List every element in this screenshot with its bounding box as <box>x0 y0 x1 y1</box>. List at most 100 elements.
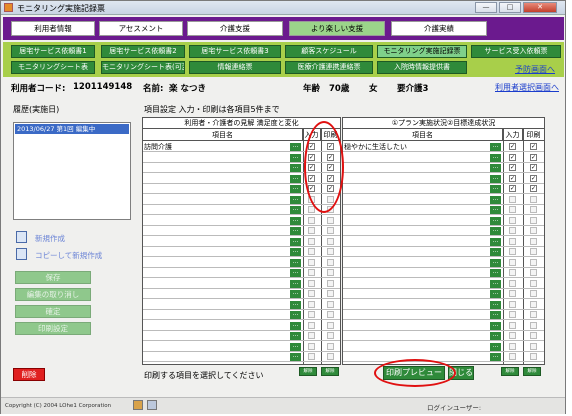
clear-print-right-button[interactable]: 解除 <box>523 367 541 376</box>
ellipsis-button[interactable]: … <box>290 342 301 351</box>
ellipsis-button[interactable]: … <box>290 290 301 298</box>
input-checkbox[interactable] <box>509 353 516 360</box>
subtab-request-3[interactable]: 居宅サービス依頼書3 <box>189 45 281 58</box>
new-document-icon[interactable] <box>16 231 27 243</box>
delete-button[interactable]: 削除 <box>13 368 45 381</box>
ellipsis-button[interactable]: … <box>290 227 301 235</box>
row-item-name[interactable]: 訪問介護 <box>144 142 172 152</box>
ellipsis-button[interactable]: … <box>290 311 301 319</box>
print-checkbox[interactable]: ✓ <box>530 185 537 192</box>
input-checkbox[interactable] <box>509 227 516 234</box>
input-checkbox[interactable] <box>509 332 516 339</box>
print-checkbox[interactable] <box>530 290 537 297</box>
history-list[interactable]: 2013/06/27 第1回 編集中 <box>13 122 131 220</box>
print-checkbox[interactable] <box>327 300 334 308</box>
ellipsis-button[interactable]: … <box>490 300 501 309</box>
ellipsis-button[interactable]: … <box>490 153 501 162</box>
ellipsis-button[interactable]: … <box>290 185 301 193</box>
print-checkbox[interactable] <box>530 321 537 329</box>
ellipsis-button[interactable]: … <box>490 248 501 256</box>
input-checkbox[interactable]: ✓ <box>509 174 516 182</box>
tab-assessment[interactable]: アセスメント <box>99 21 183 36</box>
ellipsis-button[interactable]: … <box>290 206 301 214</box>
print-checkbox[interactable] <box>530 195 537 203</box>
ellipsis-button[interactable]: … <box>490 279 501 288</box>
tab-enjoyable-support[interactable]: より楽しい支援 <box>289 21 385 36</box>
copy-document-icon[interactable] <box>16 248 27 260</box>
print-checkbox[interactable] <box>327 258 334 266</box>
clear-input-right-button[interactable]: 解除 <box>501 367 519 376</box>
tab-care-record[interactable]: 介護実績 <box>391 21 487 36</box>
input-checkbox[interactable] <box>509 195 516 203</box>
input-checkbox[interactable] <box>308 269 315 276</box>
ellipsis-button[interactable]: … <box>490 290 501 298</box>
input-checkbox[interactable] <box>509 206 516 213</box>
ellipsis-button[interactable]: … <box>290 195 301 204</box>
ellipsis-button[interactable]: … <box>490 206 501 214</box>
input-checkbox[interactable] <box>509 321 516 329</box>
ellipsis-button[interactable]: … <box>290 300 301 309</box>
print-checkbox[interactable] <box>530 269 537 276</box>
print-checkbox[interactable] <box>530 248 537 255</box>
print-checkbox[interactable] <box>327 237 334 245</box>
input-checkbox[interactable] <box>509 248 516 255</box>
input-checkbox[interactable] <box>308 216 315 224</box>
close-window-button[interactable]: ✕ <box>523 2 557 13</box>
ellipsis-button[interactable]: … <box>490 216 501 225</box>
print-checkbox[interactable] <box>530 227 537 234</box>
ellipsis-button[interactable]: … <box>490 353 501 361</box>
ellipsis-button[interactable]: … <box>290 143 301 151</box>
input-checkbox[interactable] <box>509 258 516 266</box>
print-checkbox[interactable] <box>530 342 537 350</box>
subtab-info-contact[interactable]: 情報連絡票 <box>189 61 281 74</box>
print-checkbox[interactable]: ✓ <box>530 143 537 150</box>
print-checkbox[interactable] <box>530 300 537 308</box>
print-checkbox[interactable] <box>530 237 537 245</box>
ellipsis-button[interactable]: … <box>290 353 301 361</box>
print-checkbox[interactable] <box>530 311 537 318</box>
print-checkbox[interactable] <box>530 216 537 224</box>
copy-create-link[interactable]: コピーして新規作成 <box>35 250 102 261</box>
input-checkbox[interactable] <box>509 216 516 224</box>
input-checkbox[interactable] <box>308 279 315 287</box>
ellipsis-button[interactable]: … <box>290 164 301 172</box>
print-settings-button[interactable]: 印刷設定 <box>15 322 91 335</box>
input-checkbox[interactable]: ✓ <box>509 164 516 171</box>
input-checkbox[interactable] <box>308 237 315 245</box>
print-checkbox[interactable] <box>327 216 334 224</box>
tab-care-support[interactable]: 介護支援 <box>187 21 283 36</box>
print-checkbox[interactable] <box>530 206 537 213</box>
input-checkbox[interactable] <box>308 353 315 360</box>
ellipsis-button[interactable]: … <box>490 195 501 204</box>
save-button[interactable]: 保存 <box>15 271 91 284</box>
print-checkbox[interactable] <box>327 269 334 276</box>
input-checkbox[interactable] <box>509 342 516 350</box>
subtab-schedule[interactable]: 顧客スケジュール <box>285 45 373 58</box>
ellipsis-button[interactable]: … <box>490 185 501 193</box>
ellipsis-button[interactable]: … <box>290 321 301 330</box>
input-checkbox[interactable]: ✓ <box>509 143 516 150</box>
ellipsis-button[interactable]: … <box>290 153 301 162</box>
ellipsis-button[interactable]: … <box>490 174 501 183</box>
input-checkbox[interactable] <box>509 311 516 318</box>
input-checkbox[interactable] <box>308 248 315 255</box>
ellipsis-button[interactable]: … <box>290 258 301 267</box>
confirm-button[interactable]: 確定 <box>15 305 91 318</box>
input-checkbox[interactable]: ✓ <box>509 185 516 192</box>
minimize-button[interactable]: — <box>475 2 497 13</box>
user-select-link[interactable]: 利用者選択画面へ <box>495 82 559 93</box>
input-checkbox[interactable] <box>509 237 516 245</box>
ellipsis-button[interactable]: … <box>490 342 501 351</box>
print-checkbox[interactable]: ✓ <box>530 164 537 171</box>
ellipsis-button[interactable]: … <box>490 143 501 151</box>
print-checkbox[interactable] <box>327 332 334 339</box>
subtab-hospital-info[interactable]: 入院時情報提供書 <box>377 61 467 74</box>
history-item-selected[interactable]: 2013/06/27 第1回 編集中 <box>15 124 129 134</box>
print-checkbox[interactable] <box>327 248 334 255</box>
print-checkbox[interactable]: ✓ <box>530 174 537 182</box>
ellipsis-button[interactable]: … <box>290 216 301 225</box>
print-checkbox[interactable] <box>327 342 334 350</box>
input-checkbox[interactable]: ✓ <box>509 153 516 161</box>
print-checkbox[interactable] <box>327 353 334 360</box>
ellipsis-button[interactable]: … <box>290 332 301 340</box>
